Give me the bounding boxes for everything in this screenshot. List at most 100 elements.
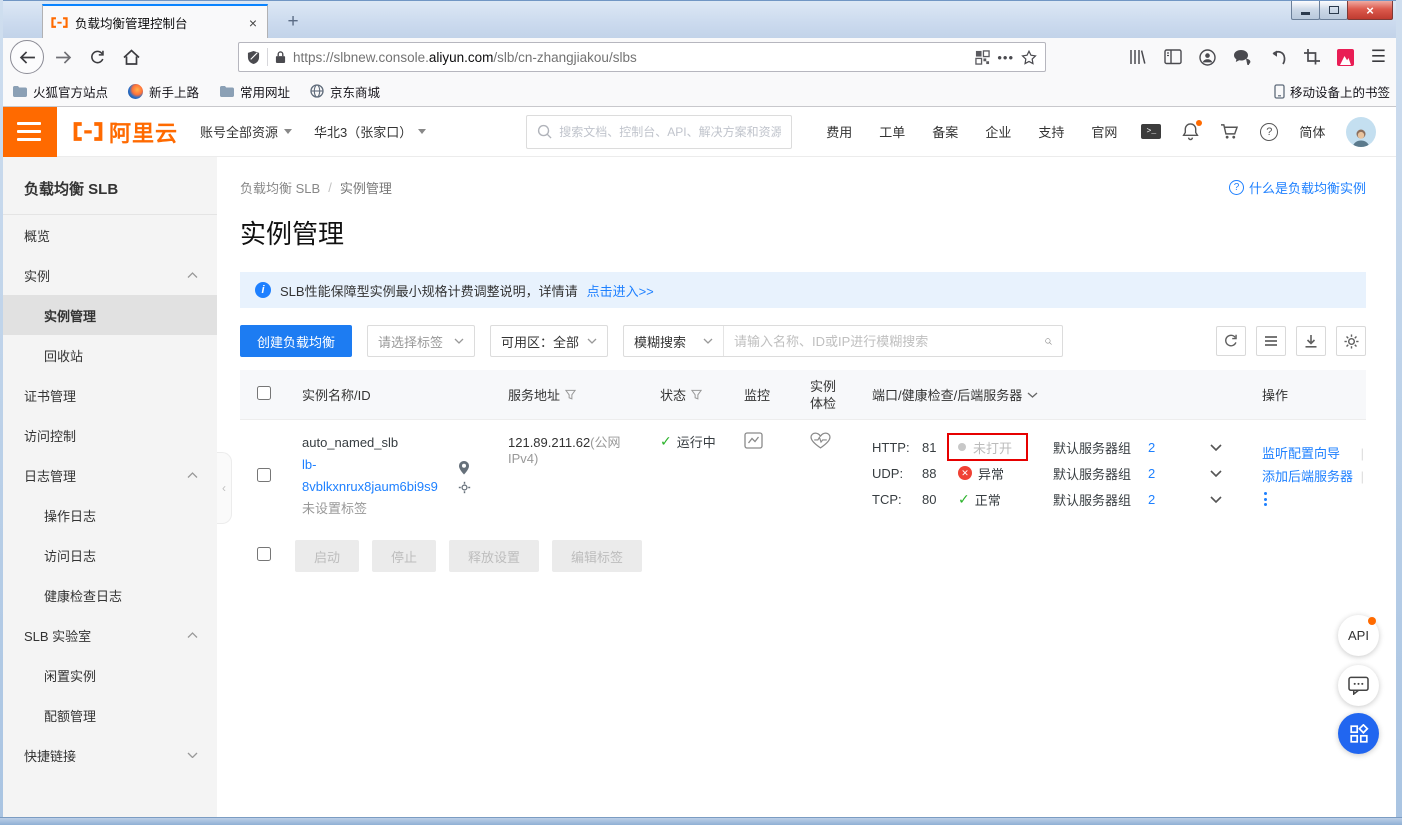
chevron-down-icon[interactable] [1027,392,1038,398]
library-icon[interactable] [1129,49,1147,65]
shield-icon[interactable] [247,50,260,65]
apps-grid-button[interactable] [1338,713,1379,754]
notifications-bell[interactable] [1182,122,1199,141]
sidebar-item-access-logs[interactable]: 访问日志 [3,535,217,575]
region-dropdown[interactable]: 华北3（张家口） [314,122,426,141]
search-icon[interactable] [1045,333,1062,350]
row-checkbox[interactable] [257,468,271,482]
sidebar-panels-icon[interactable] [1164,49,1182,65]
nav-billing[interactable]: 费用 [826,122,852,141]
instance-tag[interactable]: 未设置标签 [302,498,440,520]
sidebar-item-health-check-logs[interactable]: 健康检查日志 [3,575,217,615]
sidebar-item-idle-instances[interactable]: 闲置实例 [3,655,217,695]
account-icon[interactable] [1199,49,1216,66]
console-search-input[interactable] [559,125,781,139]
cart-icon[interactable] [1220,123,1239,140]
start-button[interactable]: 启动 [295,540,359,572]
nav-icp[interactable]: 备案 [932,122,958,141]
close-button[interactable]: × [1347,1,1393,20]
select-all-checkbox[interactable] [257,386,271,400]
products-menu-button[interactable] [0,107,57,157]
export-button[interactable] [1296,326,1326,356]
settings-button[interactable] [1336,326,1366,356]
red-flag-icon[interactable] [1337,49,1354,66]
sidebar-item-instance-management[interactable]: 实例管理 [3,295,217,335]
page-actions-icon[interactable]: ••• [997,50,1014,65]
expand-chevron-icon[interactable] [1210,470,1222,477]
monitor-chart-icon[interactable] [744,432,763,449]
avatar[interactable] [1346,117,1376,147]
more-actions-icon[interactable] [1262,488,1366,510]
sidebar-collapse-handle[interactable]: ‹ [217,452,232,524]
expand-chevron-icon[interactable] [1210,444,1222,451]
account-scope-dropdown[interactable]: 账号全部资源 [200,122,292,141]
sidebar-item-log-management[interactable]: 日志管理 [3,455,217,495]
instance-id-link[interactable]: lb-8vblkxnrux8jaum6bi9s9 [302,454,440,498]
search-mode-dropdown[interactable]: 模糊搜索 [624,326,724,356]
instance-search-input[interactable] [724,334,1045,349]
new-tab-button[interactable]: + [280,9,306,35]
release-settings-button[interactable]: 释放设置 [449,540,539,572]
forward-button[interactable] [48,42,78,72]
what-is-slb-link[interactable]: ? 什么是负载均衡实例 [1229,178,1366,197]
api-button[interactable]: API [1338,615,1379,656]
sidebar-item-quota-management[interactable]: 配额管理 [3,695,217,735]
sidebar-item-certificates[interactable]: 证书管理 [3,375,217,415]
minimize-button[interactable] [1291,1,1320,20]
sidebar-item-operation-logs[interactable]: 操作日志 [3,495,217,535]
terminal-icon[interactable]: >_ [1141,124,1161,139]
server-count-link[interactable]: 2 [1148,440,1176,455]
expand-chevron-icon[interactable] [1210,496,1222,503]
undo-icon[interactable] [1269,50,1287,65]
refresh-button[interactable] [1216,326,1246,356]
customize-columns-button[interactable] [1256,326,1286,356]
tag-filter-dropdown[interactable]: 请选择标签 [367,325,475,357]
bookmark-star-icon[interactable] [1021,50,1037,65]
maximize-button[interactable] [1319,1,1348,20]
tab-close-icon[interactable]: × [247,16,259,30]
sidebar-item-overview[interactable]: 概览 [3,215,217,255]
breadcrumb-root[interactable]: 负载均衡 SLB [240,178,320,197]
sidebar-item-instances[interactable]: 实例 [3,255,217,295]
console-search[interactable] [526,115,792,149]
aliyun-logo[interactable]: 阿里云 [73,116,178,148]
nav-tickets[interactable]: 工单 [879,122,905,141]
create-slb-button[interactable]: 创建负载均衡 [240,325,352,357]
qr-code-icon[interactable] [975,50,990,65]
server-count-link[interactable]: 2 [1148,466,1176,481]
stop-button[interactable]: 停止 [372,540,436,572]
edit-tags-button[interactable]: 编辑标签 [552,540,642,572]
mobile-bookmarks[interactable]: 移动设备上的书签 [1274,82,1390,101]
menu-icon[interactable]: ☰ [1371,47,1386,67]
bookmark-folder[interactable]: 常用网址 [219,82,290,101]
back-button[interactable] [10,40,44,74]
bookmark-item[interactable]: 京东商城 [310,82,380,101]
feedback-button[interactable] [1338,665,1379,706]
health-check-icon[interactable] [810,432,831,449]
home-button[interactable] [116,42,146,72]
url-bar[interactable]: https://slbnew.console.aliyun.com/slb/cn… [238,42,1046,72]
sidebar-item-access-control[interactable]: 访问控制 [3,415,217,455]
language-toggle[interactable]: 简体 [1299,122,1325,141]
nav-support[interactable]: 支持 [1038,122,1064,141]
messenger-icon[interactable] [1233,49,1252,65]
funnel-icon[interactable] [565,389,576,401]
sidebar-item-slb-lab[interactable]: SLB 实验室 [3,615,217,655]
listener-wizard-link[interactable]: 监听配置向导 [1262,442,1340,465]
batch-select-checkbox[interactable] [257,547,271,561]
server-count-link[interactable]: 2 [1148,492,1176,507]
add-backend-server-link[interactable]: 添加后端服务器 [1262,465,1353,488]
screenshot-crop-icon[interactable] [1304,49,1320,65]
location-pin-icon[interactable] [458,460,470,475]
bookmark-folder[interactable]: 火狐官方站点 [12,82,108,101]
zone-filter-dropdown[interactable]: 可用区：全部 [490,325,608,357]
gear-pin-icon[interactable] [458,481,471,494]
help-icon[interactable]: ? [1260,123,1278,141]
browser-tab[interactable]: 负载均衡管理控制台 × [42,4,268,39]
nav-official-site[interactable]: 官网 [1091,122,1117,141]
sidebar-item-quick-links[interactable]: 快捷链接 [3,735,217,775]
sidebar-item-recycle-bin[interactable]: 回收站 [3,335,217,375]
bookmark-item[interactable]: 新手上路 [128,82,199,101]
nav-enterprise[interactable]: 企业 [985,122,1011,141]
notice-link[interactable]: 点击进入>> [587,281,654,300]
